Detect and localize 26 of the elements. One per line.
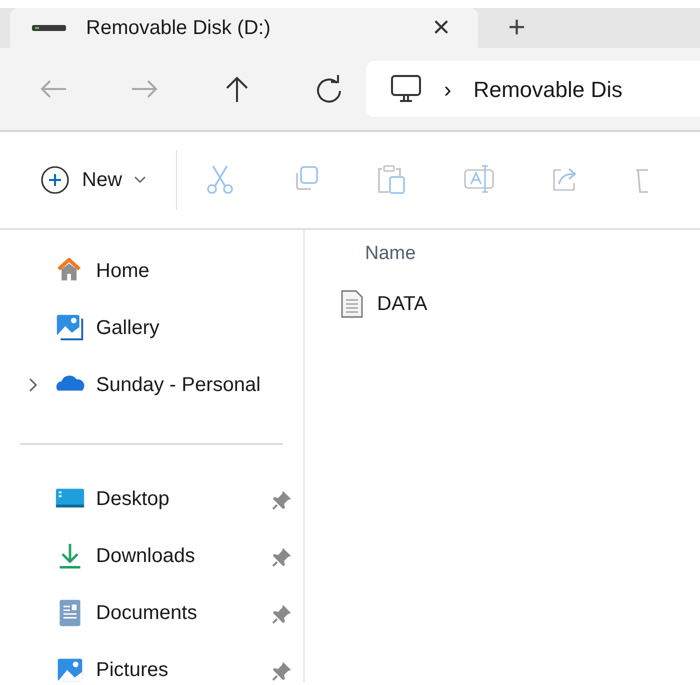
expand-chevron-icon[interactable] bbox=[28, 377, 38, 393]
file-row[interactable]: DATA bbox=[341, 282, 700, 326]
sidebar-item[interactable]: Desktop bbox=[0, 484, 303, 514]
breadcrumb[interactable]: Removable Dis bbox=[473, 72, 622, 106]
sidebar-item[interactable]: Downloads bbox=[0, 541, 303, 571]
sidebar-item[interactable]: Sunday - Personal bbox=[0, 370, 303, 400]
computer-icon bbox=[390, 74, 422, 104]
rename-icon bbox=[462, 164, 495, 196]
refresh-icon bbox=[315, 75, 343, 103]
new-tab-button[interactable]: + bbox=[500, 8, 534, 48]
new-button[interactable]: New bbox=[36, 161, 150, 199]
close-button[interactable]: × bbox=[426, 13, 456, 43]
tab[interactable]: Removable Disk (D:) × bbox=[10, 8, 478, 48]
sidebar-item[interactable]: Documents bbox=[0, 598, 303, 628]
text-file-icon bbox=[341, 290, 363, 318]
address-bar[interactable]: › Removable Dis bbox=[366, 61, 700, 117]
sidebar-item[interactable]: Gallery bbox=[0, 313, 303, 343]
drive-icon bbox=[32, 23, 66, 33]
plus-circle-icon bbox=[40, 165, 70, 195]
sidebar-item[interactable]: Home bbox=[0, 256, 303, 286]
gallery-icon bbox=[54, 313, 86, 343]
tab-title: Removable Disk (D:) bbox=[86, 16, 270, 41]
column-header[interactable]: Name bbox=[341, 240, 700, 282]
caret-icon bbox=[134, 176, 146, 184]
sidebar-item[interactable]: Pictures bbox=[0, 655, 303, 685]
chevron-icon: › bbox=[444, 72, 452, 106]
